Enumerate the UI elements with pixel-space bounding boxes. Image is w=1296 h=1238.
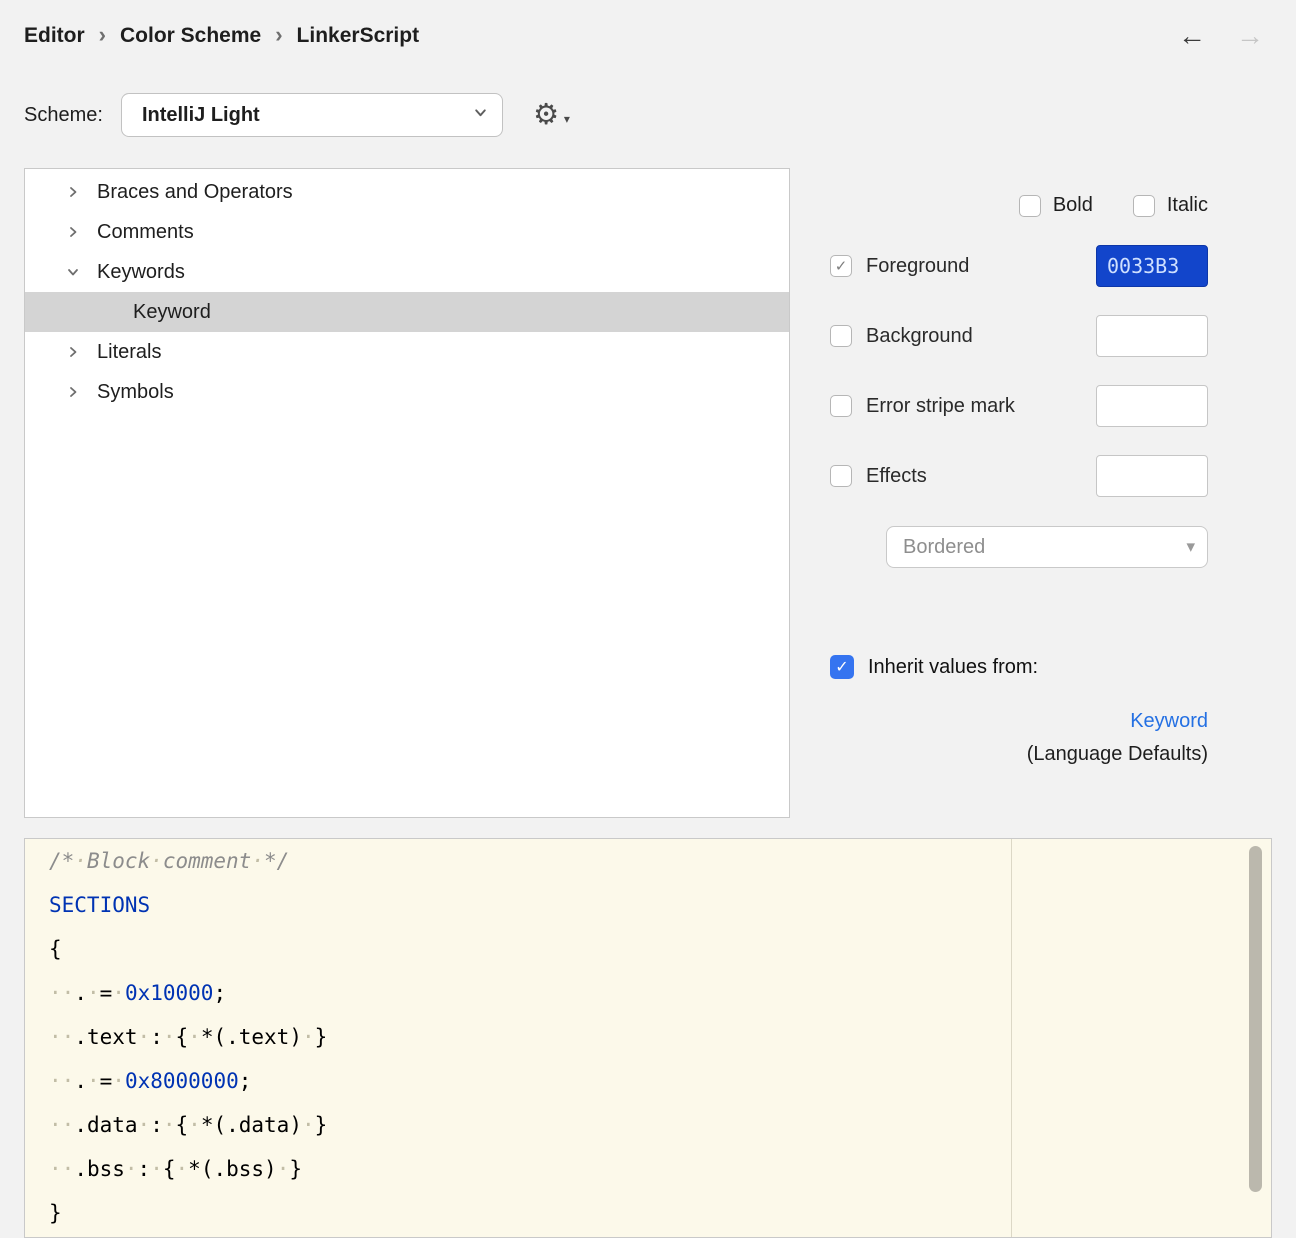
tree-item-keyword[interactable]: Keyword — [25, 292, 789, 332]
code-line: ··.·=·0x8000000; — [49, 1059, 1009, 1103]
tree-item-label: Keywords — [97, 261, 185, 284]
chevron-right-icon[interactable] — [61, 185, 85, 199]
bold-label: Bold — [1053, 194, 1093, 217]
scheme-label: Scheme: — [24, 104, 103, 127]
options-tree: Braces and Operators Comments Keywords Keyw… — [24, 168, 790, 818]
gear-icon[interactable]: ⚙▾ — [533, 101, 559, 130]
chevron-down-icon — [473, 105, 488, 125]
background-label: Background — [866, 325, 973, 348]
scheme-select[interactable]: IntelliJ Light — [121, 93, 503, 137]
inherit-source-context: (Language Defaults) — [1027, 743, 1208, 766]
preview-panel: /*·Block·comment·*/SECTIONS{··.·=·0x1000… — [24, 838, 1272, 1238]
attr-row-background: Background — [830, 315, 1208, 357]
effect-type-value: Bordered — [903, 536, 985, 559]
inherit-checkbox[interactable] — [830, 655, 854, 679]
foreground-color-field[interactable]: 0033B3 — [1096, 245, 1208, 287]
tree-item-braces-and-operators[interactable]: Braces and Operators — [25, 172, 789, 212]
italic-group: Italic — [1133, 194, 1208, 217]
code-preview: /*·Block·comment·*/SECTIONS{··.·=·0x1000… — [49, 839, 1009, 1235]
italic-label: Italic — [1167, 194, 1208, 217]
foreground-checkbox[interactable] — [830, 255, 852, 277]
code-line: ··.·=·0x10000; — [49, 971, 1009, 1015]
tree-item-label: Keyword — [133, 301, 211, 324]
chevron-right-icon[interactable] — [61, 345, 85, 359]
main-content: Braces and Operators Comments Keywords Keyw… — [24, 168, 1272, 818]
breadcrumb-separator-icon: › — [275, 22, 282, 48]
code-line: } — [49, 1191, 1009, 1235]
breadcrumb-bar: Editor › Color Scheme › LinkerScript ← → — [24, 20, 1272, 52]
bold-checkbox[interactable] — [1019, 195, 1041, 217]
background-checkbox[interactable] — [830, 325, 852, 347]
code-line: ··.bss·:·{·*(.bss)·} — [49, 1147, 1009, 1191]
background-color-field[interactable] — [1096, 315, 1208, 357]
italic-checkbox[interactable] — [1133, 195, 1155, 217]
attr-row-error-stripe-mark: Error stripe mark — [830, 385, 1208, 427]
font-style-row: Bold Italic — [1019, 194, 1208, 217]
back-arrow-icon[interactable]: ← — [1178, 22, 1206, 50]
inherit-source-link[interactable]: Keyword — [1130, 710, 1208, 733]
attr-row-foreground: Foreground 0033B3 — [830, 245, 1208, 287]
error-stripe-mark-checkbox[interactable] — [830, 395, 852, 417]
tree-item-label: Comments — [97, 221, 194, 244]
chevron-down-icon[interactable] — [61, 265, 85, 279]
error-stripe-mark-color-field[interactable] — [1096, 385, 1208, 427]
tree-item-literals[interactable]: Literals — [25, 332, 789, 372]
effects-color-field[interactable] — [1096, 455, 1208, 497]
bold-group: Bold — [1019, 194, 1093, 217]
history-nav: ← → — [1178, 22, 1272, 50]
scheme-row: Scheme: IntelliJ Light ⚙▾ — [24, 93, 559, 137]
chevron-right-icon[interactable] — [61, 225, 85, 239]
breadcrumb-item-color-scheme[interactable]: Color Scheme — [120, 24, 261, 48]
code-line: SECTIONS — [49, 883, 1009, 927]
effects-label: Effects — [866, 465, 927, 488]
forward-arrow-icon: → — [1236, 22, 1264, 50]
code-line: ··.text·:·{·*(.text)·} — [49, 1015, 1009, 1059]
scheme-select-value: IntelliJ Light — [142, 104, 260, 127]
breadcrumb: Editor › Color Scheme › LinkerScript — [24, 23, 419, 49]
chevron-right-icon[interactable] — [61, 385, 85, 399]
preview-scrollbar[interactable] — [1249, 846, 1262, 1192]
breadcrumb-item-linkerscript: LinkerScript — [297, 24, 420, 48]
breadcrumb-item-editor[interactable]: Editor — [24, 24, 85, 48]
tree-item-symbols[interactable]: Symbols — [25, 372, 789, 412]
foreground-label: Foreground — [866, 255, 969, 278]
code-line: /*·Block·comment·*/ — [49, 839, 1009, 883]
error-stripe-mark-label: Error stripe mark — [866, 395, 1015, 418]
attribute-panel: Bold Italic Foreground 0033B3 Background Er… — [830, 168, 1272, 818]
breadcrumb-separator-icon: › — [99, 22, 106, 48]
tree-item-keywords[interactable]: Keywords — [25, 252, 789, 292]
tree-item-comments[interactable]: Comments — [25, 212, 789, 252]
tree-item-label: Literals — [97, 341, 161, 364]
chevron-down-icon: ▾ — [1186, 537, 1195, 557]
gear-dropdown-arrow-icon: ▾ — [564, 105, 570, 134]
inherit-label: Inherit values from: — [868, 656, 1038, 679]
code-line: { — [49, 927, 1009, 971]
tree-item-label: Symbols — [97, 381, 174, 404]
inherit-row: Inherit values from: — [830, 655, 1038, 679]
code-line: ··.data·:·{·*(.data)·} — [49, 1103, 1009, 1147]
effects-checkbox[interactable] — [830, 465, 852, 487]
effect-type-select[interactable]: Bordered ▾ — [886, 526, 1208, 568]
tree-item-label: Braces and Operators — [97, 181, 293, 204]
preview-divider — [1011, 839, 1012, 1237]
attr-row-effects: Effects — [830, 455, 1208, 497]
